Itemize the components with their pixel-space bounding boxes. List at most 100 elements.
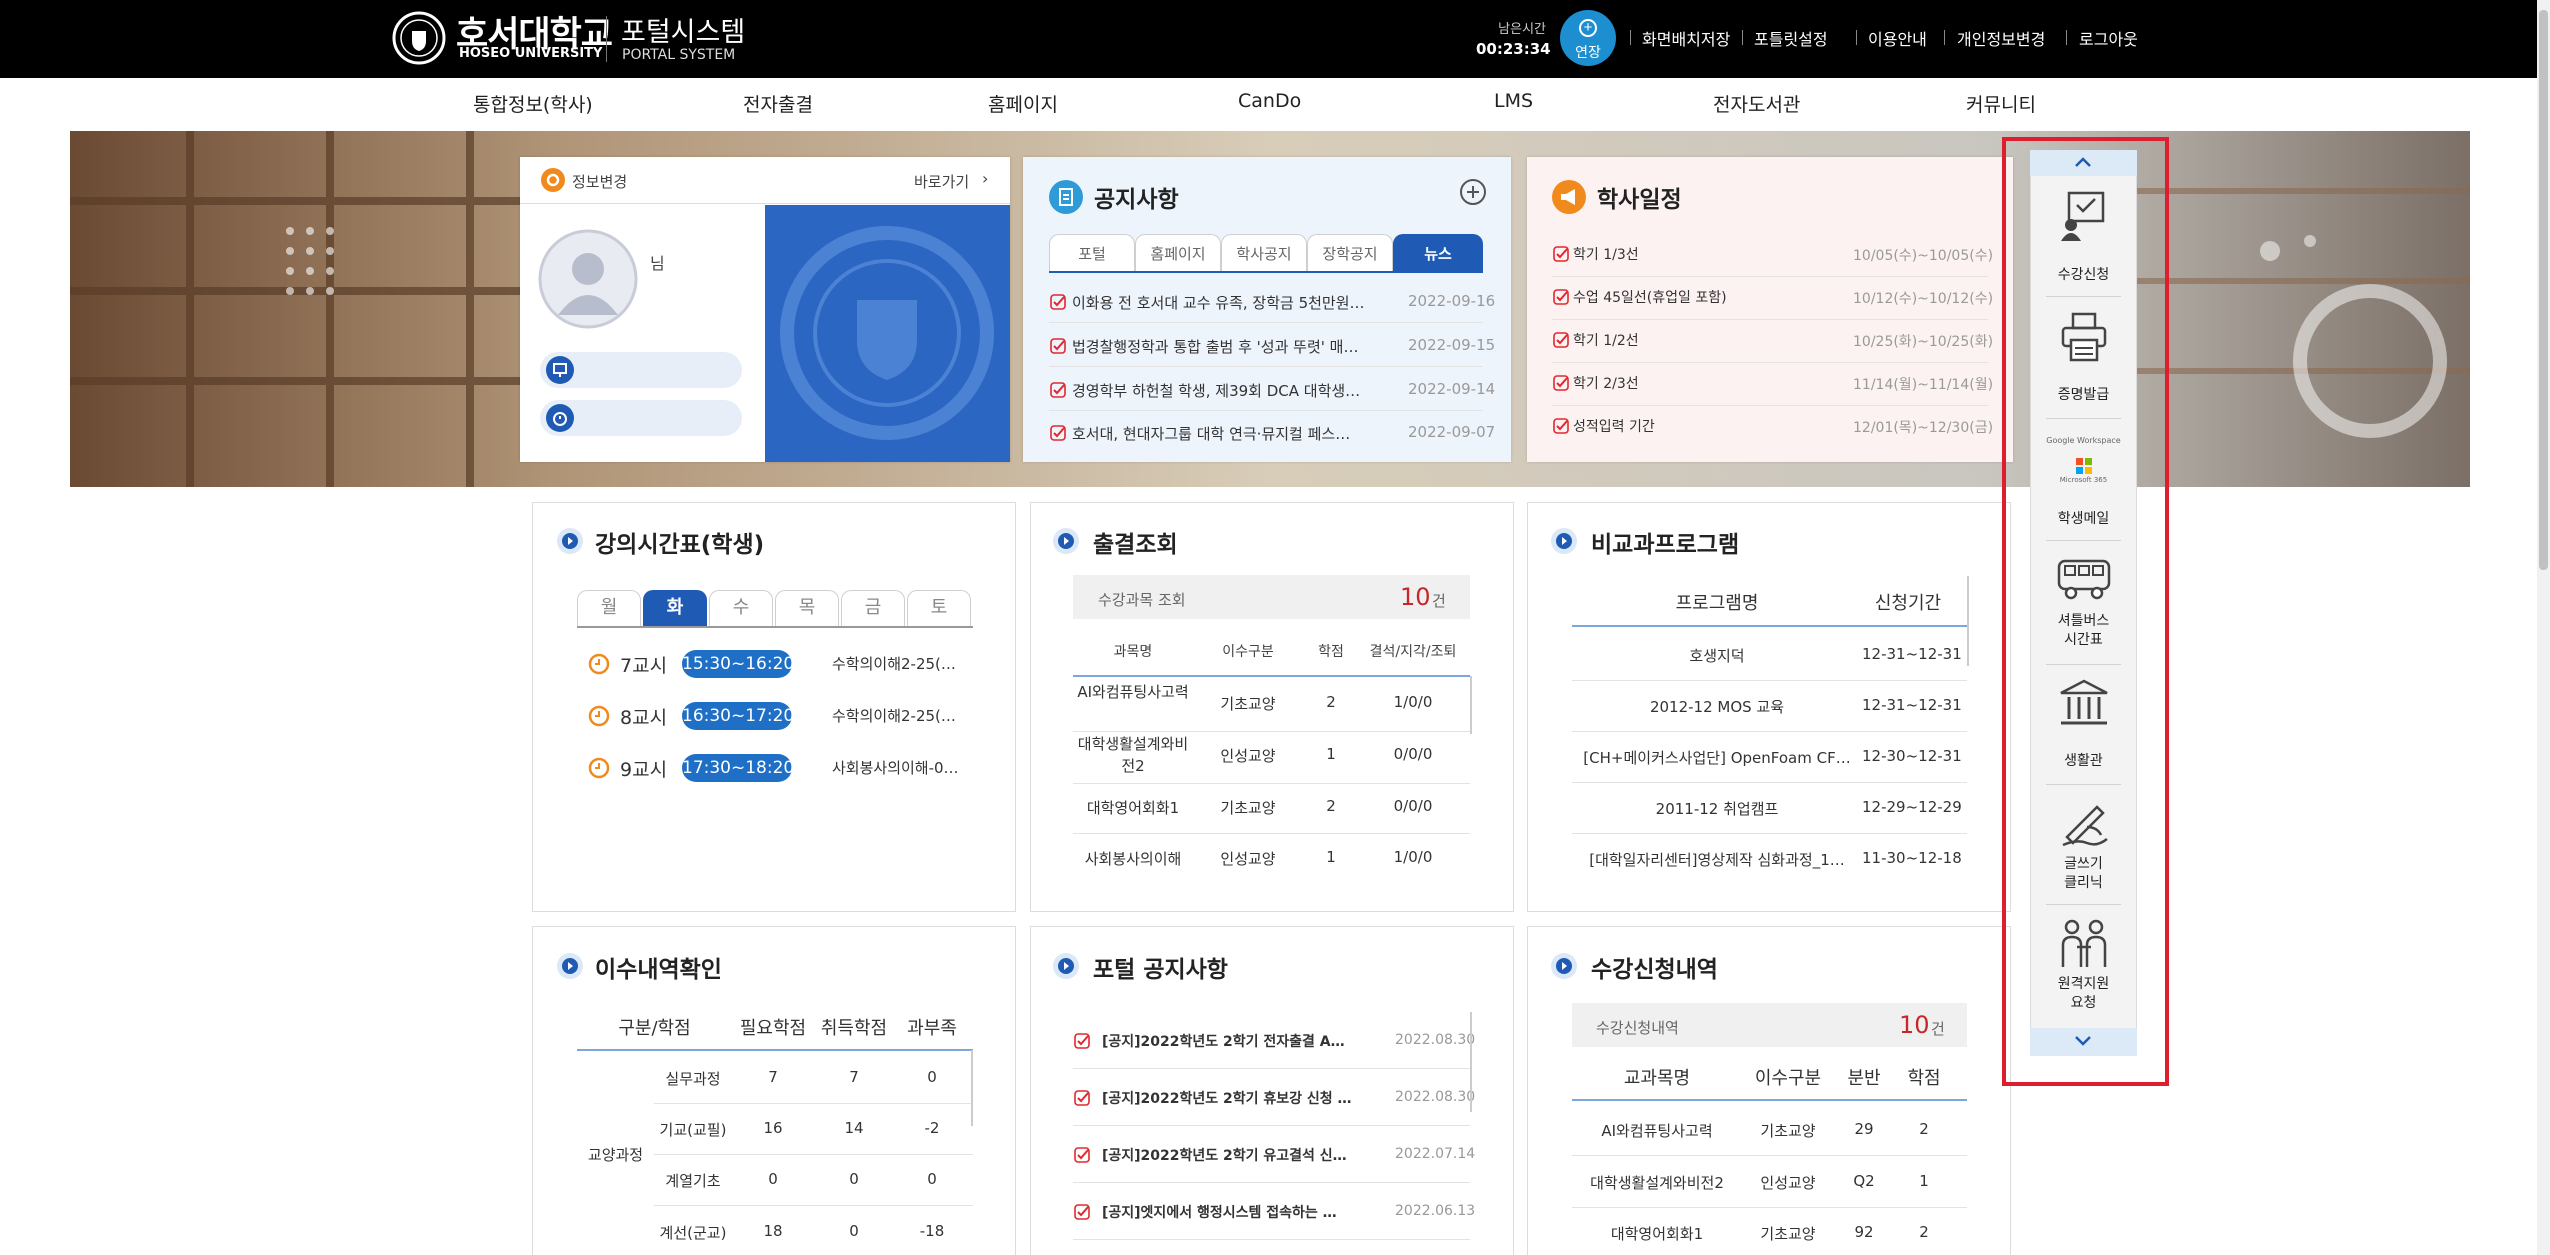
course-name[interactable]: 수학의이해2-25(…: [832, 653, 956, 674]
scrollbar[interactable]: [1470, 1012, 1472, 1112]
logout-link[interactable]: 로그아웃: [2079, 26, 2138, 50]
page-scrollbar-thumb[interactable]: [2539, 10, 2548, 570]
schedule-date: 11/14(월)~11/14(월): [1853, 377, 1994, 393]
schedule-item[interactable]: 학기 1/3선: [1573, 244, 1639, 264]
link-separator: [2066, 30, 2067, 45]
notice-title: 공지사항: [1094, 187, 1179, 213]
course-cell[interactable]: 사회봉사의이해: [1073, 848, 1193, 869]
notice-date: 2022-09-16: [1408, 292, 1496, 310]
type-cell: 기초교양: [1760, 1225, 1816, 1243]
time-badge: 17:30~18:20: [682, 754, 794, 782]
scrollbar[interactable]: [971, 1050, 973, 1126]
portal-notice-item[interactable]: [공지]2022학년도 2학기 휴보강 신청 …: [1102, 1088, 1352, 1108]
menu-lms[interactable]: LMS: [1494, 90, 1533, 112]
col-header: 프로그램명: [1675, 593, 1759, 614]
extend-session-button[interactable]: + 연장: [1560, 10, 1616, 66]
university-emblem: [765, 205, 1010, 462]
menu-cando[interactable]: CanDo: [1238, 90, 1301, 112]
chevron-right-icon[interactable]: ›: [982, 169, 988, 188]
menu-community[interactable]: 커뮤니티: [1966, 90, 2036, 117]
schedule-date: 12/01(목)~12/30(금): [1853, 420, 1994, 436]
col-header: 학점: [1318, 644, 1344, 660]
header-underline: [1073, 675, 1470, 677]
program-period: 11-30~12-18: [1862, 849, 1962, 867]
header-underline: [1572, 1099, 1967, 1101]
notice-item[interactable]: 법경찰행정학과 통합 출범 후 '성과 뚜렷' 매…: [1072, 336, 1358, 357]
program-name[interactable]: 2011-12 취업캠프: [1572, 798, 1862, 819]
notice-item[interactable]: 이화용 전 호서대 교수 유족, 장학금 5천만원…: [1072, 292, 1365, 313]
menu-e-attendance[interactable]: 전자출결: [743, 90, 813, 117]
tab-news[interactable]: 뉴스: [1393, 234, 1483, 272]
course-name[interactable]: 사회봉사의이해-0…: [832, 757, 959, 778]
period-label: 8교시: [620, 707, 668, 729]
course-name[interactable]: 수학의이해2-25(…: [832, 705, 956, 726]
program-name[interactable]: [대학일자리센터]영상제작 심화과정_1…: [1572, 849, 1862, 870]
notice-item[interactable]: 호서대, 현대자그룹 대학 연극·뮤지컬 페스…: [1072, 423, 1350, 444]
day-tab-thu[interactable]: 목: [775, 590, 839, 626]
schedule-item[interactable]: 성적입력 기간: [1573, 416, 1655, 436]
menu-e-library[interactable]: 전자도서관: [1713, 90, 1800, 117]
portal-notice-item[interactable]: [공지]2022학년도 2학기 유고결석 신…: [1102, 1145, 1347, 1165]
required-cell: 16: [763, 1119, 783, 1137]
day-tab-mon[interactable]: 월: [577, 590, 641, 626]
timetable-title: 강의시간표(학생): [595, 532, 765, 558]
row-divider: [1572, 833, 1967, 834]
course-cell[interactable]: 대학영어회화1: [1073, 797, 1193, 818]
schedule-item[interactable]: 수업 45일선(휴업일 포함): [1573, 287, 1727, 307]
scrollbar[interactable]: [1470, 676, 1472, 734]
schedule-item[interactable]: 학기 2/3선: [1573, 373, 1639, 393]
day-tab-wed[interactable]: 수: [709, 590, 773, 626]
usage-guide-link[interactable]: 이용안내: [1868, 26, 1927, 50]
day-tab-sat[interactable]: 토: [907, 590, 971, 626]
megaphone-icon: [1552, 180, 1586, 214]
type-cell: 인성교양: [1760, 1174, 1816, 1192]
col-header: 이수구분: [1222, 644, 1274, 660]
info-change-label[interactable]: 정보변경: [572, 171, 627, 192]
row-divider: [1073, 783, 1470, 784]
header-underline: [577, 1049, 973, 1051]
course-cell[interactable]: 대학생활설계와비전2: [1073, 733, 1193, 777]
course-cell[interactable]: AI와컴퓨팅사고력: [1572, 1120, 1742, 1141]
course-cell[interactable]: 대학생활설계와비전2: [1572, 1172, 1742, 1193]
schedule-item[interactable]: 학기 1/2선: [1573, 330, 1639, 350]
add-more-icon[interactable]: [1459, 178, 1487, 206]
program-name[interactable]: 호생지덕: [1572, 645, 1862, 666]
diff-cell: -2: [924, 1119, 940, 1137]
portal-notice-date: 2022.08.30: [1395, 1089, 1476, 1105]
goto-link[interactable]: 바로가기: [914, 171, 969, 192]
section-cell: 29: [1854, 1120, 1874, 1138]
notice-item[interactable]: 경영학부 하헌철 학생, 제39회 DCA 대학생…: [1072, 380, 1360, 401]
row-divider: [1073, 833, 1470, 834]
logo-divider: [606, 16, 607, 62]
personal-info-link[interactable]: 개인정보변경: [1957, 26, 2045, 50]
course-cell[interactable]: AI와컴퓨팅사고력: [1073, 681, 1193, 703]
day-tab-fri[interactable]: 금: [841, 590, 905, 626]
menu-homepage[interactable]: 홈페이지: [988, 90, 1058, 117]
row-divider: [1049, 366, 1483, 367]
portal-notice-item[interactable]: [공지]2022학년도 2학기 전자출결 A…: [1102, 1031, 1345, 1051]
program-period: 12-30~12-31: [1862, 747, 1962, 765]
type-cell: 인성교양: [1220, 850, 1276, 868]
scrollbar[interactable]: [1967, 576, 1969, 666]
tab-scholarship-notice[interactable]: 장학공지: [1307, 234, 1393, 272]
academic-calendar-title: 학사일정: [1597, 187, 1682, 213]
university-seal-icon[interactable]: [392, 11, 446, 65]
required-cell: 7: [768, 1068, 778, 1086]
check-icon: [1553, 289, 1569, 305]
divider: [520, 203, 1010, 204]
program-name[interactable]: [CH+메이커스사업단] OpenFoam CF…: [1572, 747, 1862, 768]
menu-academic-info[interactable]: 통합정보(학사): [473, 90, 593, 117]
tab-academic-notice[interactable]: 학사공지: [1221, 234, 1307, 272]
portal-notice-title: 포털 공지사항: [1093, 957, 1228, 983]
tab-portal[interactable]: 포털: [1049, 234, 1135, 272]
portal-notice-item[interactable]: [공지]엣지에서 행정시스템 접속하는 …: [1102, 1202, 1337, 1222]
program-name[interactable]: 2012-12 MOS 교육: [1572, 696, 1862, 717]
course-cell[interactable]: 대학영어회화1: [1572, 1223, 1742, 1244]
portlet-settings-link[interactable]: 포틀릿설정: [1754, 26, 1828, 50]
save-layout-link[interactable]: 화면배치저장: [1642, 26, 1730, 50]
summary-unit: 건: [1432, 592, 1446, 610]
check-icon: [1050, 382, 1066, 398]
time-badge: 15:30~16:20: [682, 650, 794, 678]
day-tab-tue[interactable]: 화: [643, 590, 707, 626]
tab-homepage[interactable]: 홈페이지: [1135, 234, 1221, 272]
